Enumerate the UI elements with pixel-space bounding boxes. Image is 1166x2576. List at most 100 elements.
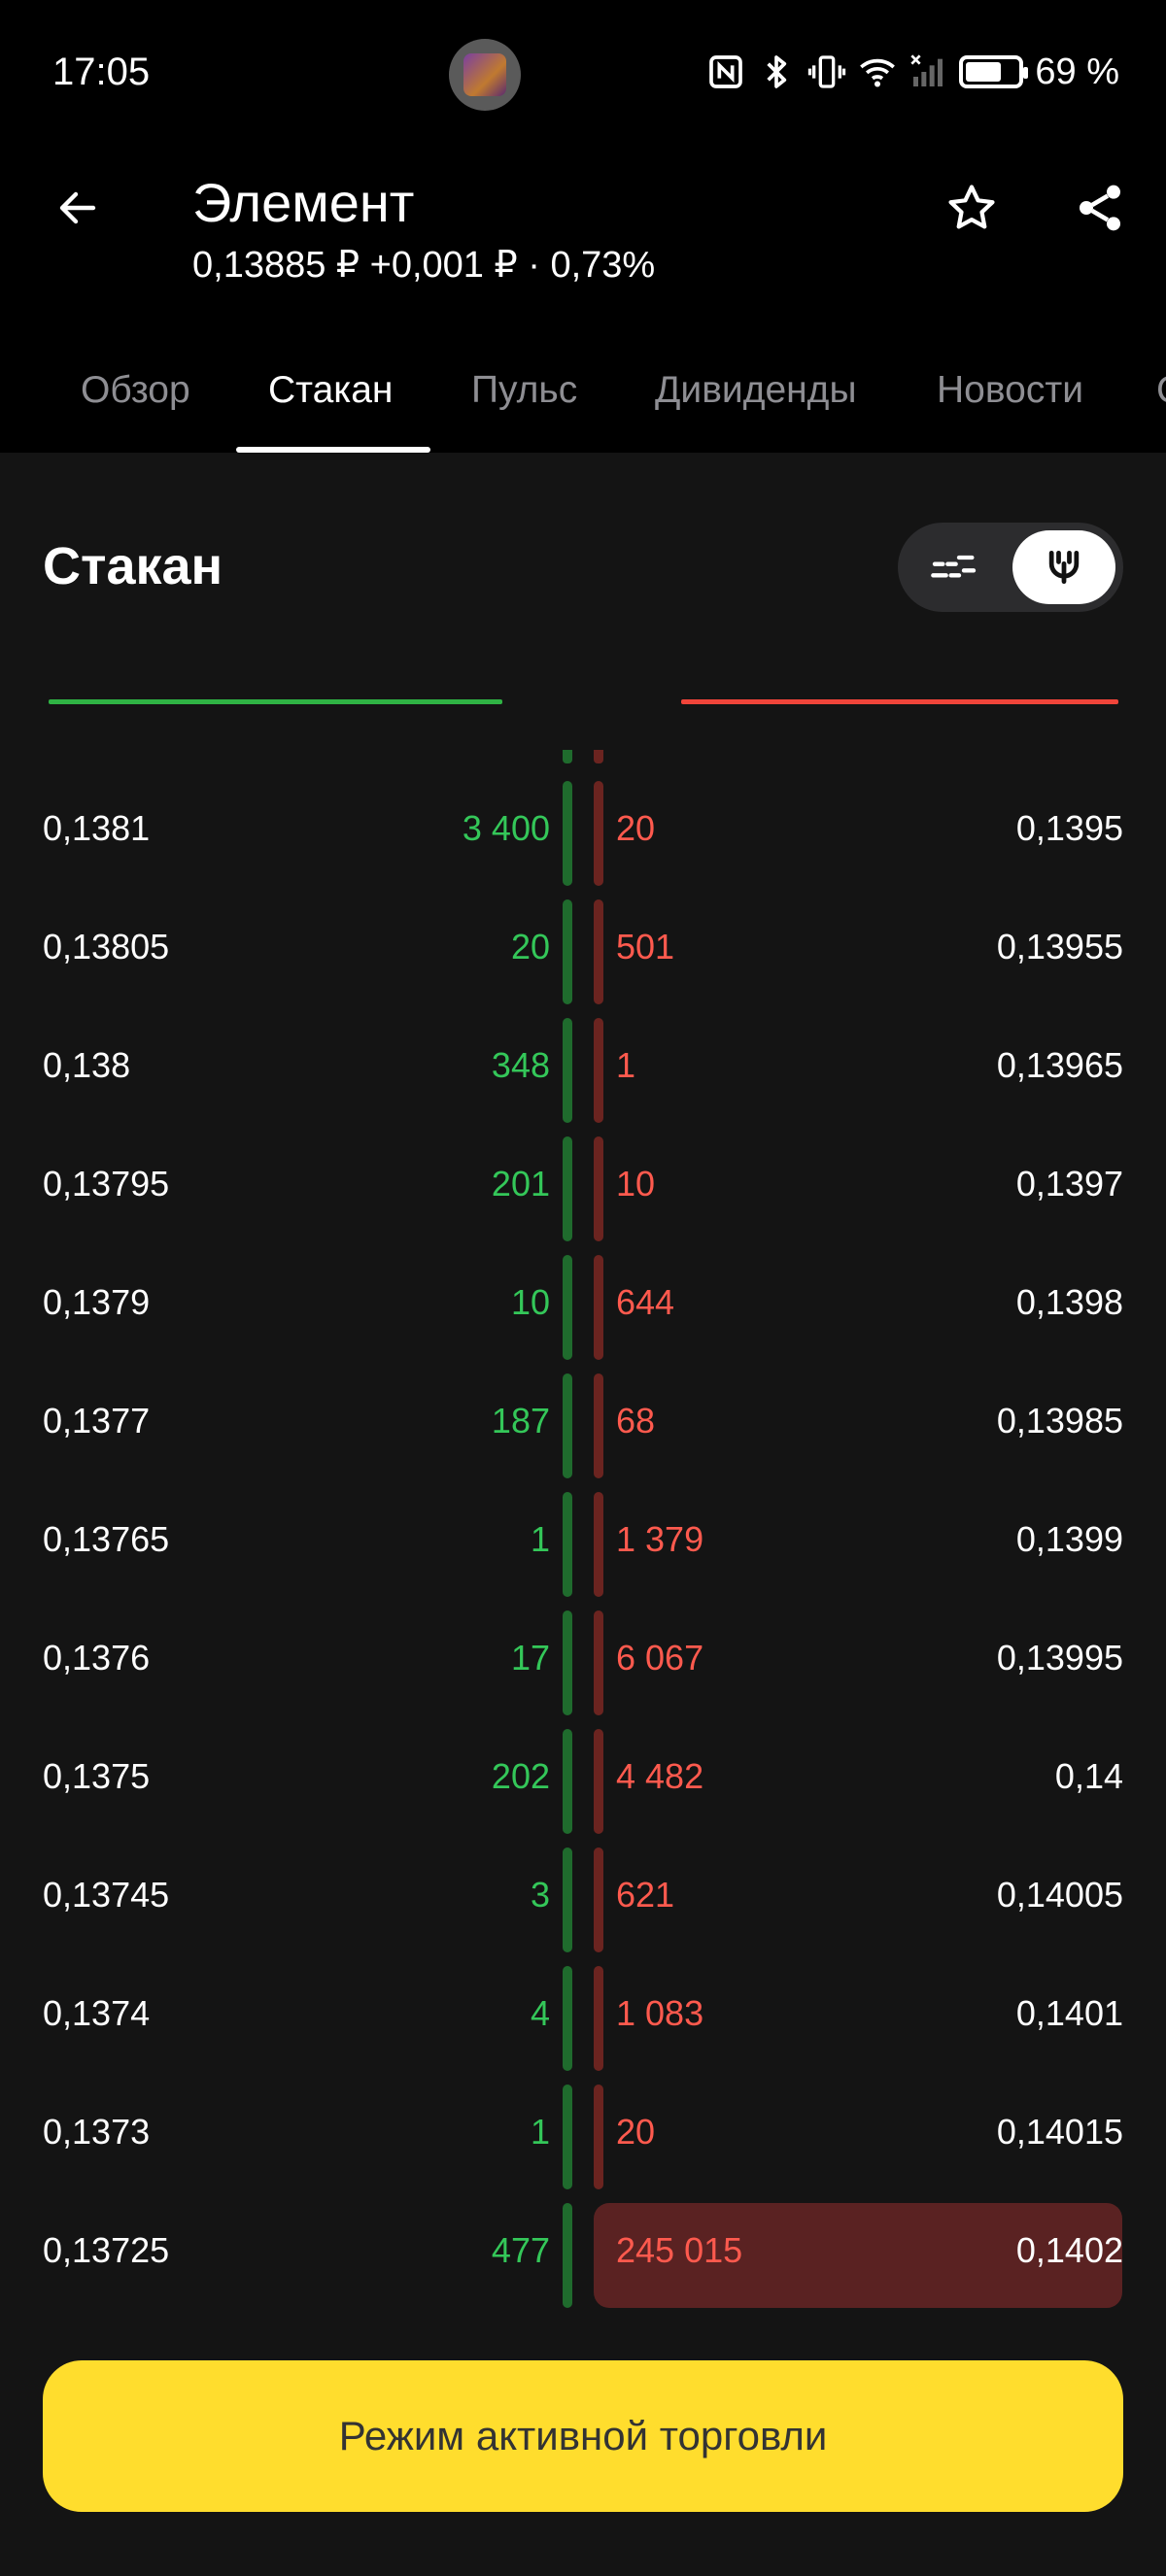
ask-price: 0,13955 [996,927,1123,966]
bid-depth-bar [563,1729,572,1834]
orderbook-row[interactable]: 0,138 348 1 0,13965 [0,1010,1166,1129]
orderbook-row[interactable]: 0,13765 1 1 379 0,1399 [0,1484,1166,1603]
ask-volume-bar [681,699,1118,704]
signal-icon [910,54,943,86]
list-view-icon [931,555,977,578]
ask-depth-bar [594,899,603,1004]
bid-depth-bar [563,781,572,886]
bid-quantity: 17 [510,1638,550,1678]
orderbook-row[interactable]: 0,13795 201 10 0,1397 [0,1129,1166,1247]
ask-price: 0,1401 [1015,1993,1123,2033]
bid-depth-stub [563,750,572,763]
wifi-icon [860,58,896,87]
app-notification-icon [449,39,521,111]
bid-price: 0,13745 [43,1875,170,1915]
tab-orderbook[interactable]: Стакан [268,369,393,412]
ask-depth-bar [594,1610,603,1715]
bid-depth-bar [563,1610,572,1715]
section-title: Стакан [43,537,223,595]
bid-quantity: 3 [530,1875,550,1915]
ask-depth-bar [594,1847,603,1952]
status-bar: 17:05 69 % [0,0,1166,146]
bid-volume-bar [49,699,502,704]
ask-depth-stub [594,750,603,763]
bid-depth-bar [563,899,572,1004]
ask-price: 0,1397 [1015,1164,1123,1203]
orderbook-row[interactable]: 0,1381 3 400 20 0,1395 [0,773,1166,892]
back-button[interactable] [39,169,117,247]
bid-quantity: 202 [491,1756,550,1796]
bluetooth-icon [767,55,787,88]
bid-quantity: 1 [530,2112,550,2152]
bid-price: 0,1381 [43,808,151,848]
bid-price: 0,13795 [43,1164,170,1203]
bid-quantity: 10 [510,1282,550,1322]
share-button[interactable] [1061,169,1139,247]
view-toggle[interactable] [898,523,1123,612]
active-trading-button[interactable]: Режим активной торговли [43,2360,1123,2512]
bid-depth-bar [563,1373,572,1478]
bid-quantity: 20 [510,927,550,966]
tab-dividends[interactable]: Дивиденды [655,369,856,412]
orderbook-row[interactable]: 0,1376 17 6 067 0,13995 [0,1603,1166,1721]
orderbook-row[interactable]: 0,13805 20 501 0,13955 [0,892,1166,1010]
orderbook-row[interactable]: 0,1373 1 20 0,14015 [0,2077,1166,2195]
orderbook-row[interactable]: 0,1377 187 68 0,13985 [0,1366,1166,1484]
bid-quantity: 4 [530,1993,550,2033]
status-time: 17:05 [52,51,151,93]
ask-price: 0,1398 [1015,1282,1123,1322]
bid-quantity: 187 [491,1401,550,1441]
bid-price: 0,138 [43,1045,131,1085]
toggle-depth-view[interactable] [1012,530,1115,604]
ask-quantity: 501 [616,927,675,966]
ask-price: 0,14005 [996,1875,1123,1915]
battery-icon [959,55,1029,88]
tab-bar: Обзор Стакан Пульс Дивиденды Новости С [0,350,1166,453]
instrument-title: Элемент [192,172,415,233]
ask-depth-bar [594,1018,603,1123]
nfc-icon [709,55,743,88]
status-icons: 69 % [706,47,1119,97]
ask-quantity: 1 083 [616,1993,704,2033]
ask-price: 0,1395 [1015,808,1123,848]
orderbook-row[interactable]: 0,13725 477 245 015 0,1402 [0,2195,1166,2314]
ask-price: 0,1402 [1015,2230,1123,2270]
bid-quantity: 1 [530,1519,550,1559]
ask-quantity: 1 379 [616,1519,704,1559]
instrument-header: Элемент 0,13885 ₽ +0,001 ₽ · 0,73% [0,146,1166,340]
bid-price: 0,1379 [43,1282,151,1322]
ask-quantity: 245 015 [616,2230,743,2270]
orderbook-row[interactable]: 0,1374 4 1 083 0,1401 [0,1958,1166,2077]
vibrate-icon [808,55,846,88]
ask-price: 0,13995 [996,1638,1123,1678]
tab-pulse[interactable]: Пульс [471,369,577,412]
bid-price: 0,13725 [43,2230,170,2270]
bid-depth-bar [563,2085,572,2189]
tab-overview[interactable]: Обзор [81,369,190,412]
orderbook-row[interactable]: 0,13745 3 621 0,14005 [0,1840,1166,1958]
ask-depth-bar [594,781,603,886]
bid-depth-bar [563,1966,572,2071]
ask-depth-bar [594,1492,603,1597]
orderbook-row[interactable]: 0,1375 202 4 482 0,14 [0,1721,1166,1840]
bid-quantity: 3 400 [462,808,550,848]
share-icon [1080,185,1120,231]
favorite-button[interactable] [933,169,1011,247]
bid-depth-bar [563,1847,572,1952]
tab-news[interactable]: Новости [937,369,1083,412]
arrow-left-icon [59,191,96,224]
orderbook-row[interactable]: 0,1379 10 644 0,1398 [0,1247,1166,1366]
bid-quantity: 477 [491,2230,550,2270]
bid-depth-bar [563,1492,572,1597]
ask-quantity: 4 482 [616,1756,704,1796]
bid-price: 0,1376 [43,1638,151,1678]
bid-price: 0,1373 [43,2112,151,2152]
orderbook-rows: 0,1381 3 400 20 0,1395 0,13805 20 501 0,… [0,773,1166,2314]
orderbook-panel: Стакан 0,1381 3 400 20 0,1395 0,13805 20… [0,453,1166,2576]
tab-more[interactable]: С [1156,369,1166,412]
bid-depth-bar [563,1255,572,1360]
battery-percent: 69 % [1035,51,1119,92]
ask-quantity: 10 [616,1164,656,1203]
ask-quantity: 6 067 [616,1638,704,1678]
toggle-list-view[interactable] [925,544,983,591]
